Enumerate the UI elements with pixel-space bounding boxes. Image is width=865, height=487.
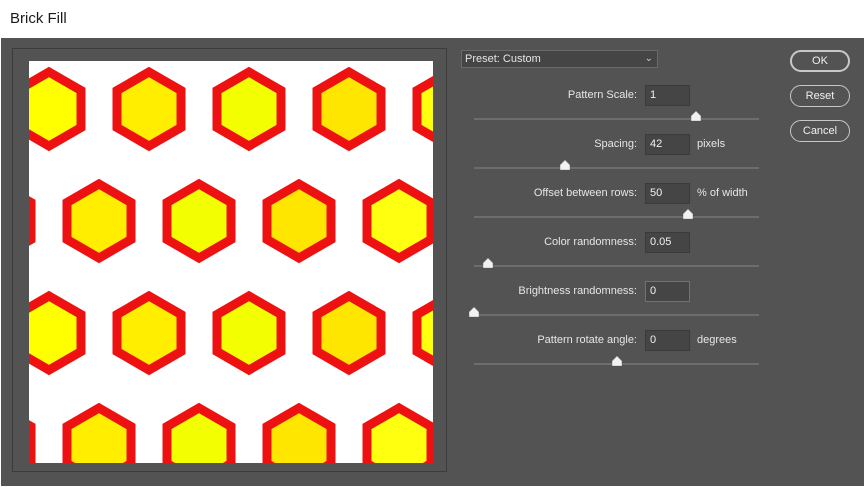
hexagon-tile [262,178,336,264]
rotate-angle-slider[interactable] [474,356,759,366]
hexagon-tile [162,178,236,264]
hexagon-tile [412,76,433,142]
hexagon-tile [312,290,386,376]
hexagon-tile [62,402,136,463]
preset-dropdown[interactable]: Preset: Custom ⌄ [461,50,658,68]
brightness-randomness-slider[interactable] [469,307,759,317]
window-title: Brick Fill [10,10,67,27]
offset-label: Offset between rows: [533,187,637,199]
rotate-angle-unit: degrees [697,334,737,346]
color-randomness-slider[interactable] [474,258,759,268]
hexagon-tile [162,402,236,463]
hexagon-tile [29,420,36,463]
dialog-body: Preset: Custom ⌄ OK Reset Cancel Pattern… [1,38,864,486]
preview-frame [12,48,447,472]
brightness-randomness-label: Brightness randomness: [518,285,637,297]
spacing-unit: pixels [697,138,726,150]
preset-label: Preset: Custom [465,53,541,65]
spacing-label: Spacing: [594,138,637,150]
brick-pattern-preview [29,66,433,463]
hexagon-tile [29,66,86,152]
reset-button[interactable]: Reset [790,85,850,107]
hexagon-tile [212,66,286,152]
spacing-slider[interactable] [474,160,759,170]
chevron-down-icon: ⌄ [644,53,653,64]
hexagon-tile [262,402,336,463]
hexagon-tile [362,402,433,463]
brightness-randomness-input[interactable]: 0 [645,281,690,302]
title-bar: Brick Fill [0,0,865,38]
offset-unit: % of width [697,187,748,199]
hexagon-tile [29,290,86,376]
color-randomness-label: Color randomness: [544,236,637,248]
rotate-angle-input[interactable]: 0 [645,330,690,351]
hexagon-tile [112,66,186,152]
hexagon-tile [212,290,286,376]
hexagon-tile [312,66,386,152]
hexagon-tile [29,196,36,246]
color-randomness-input[interactable]: 0.05 [645,232,690,253]
spacing-input[interactable]: 42 [645,134,690,155]
pattern-scale-slider[interactable] [474,111,759,121]
preview-canvas [29,61,433,463]
rotate-angle-label: Pattern rotate angle: [537,334,637,346]
hexagon-tile [412,300,433,366]
pattern-scale-input[interactable]: 1 [645,85,690,106]
offset-input[interactable]: 50 [645,183,690,204]
hexagon-tile [112,290,186,376]
pattern-scale-label: Pattern Scale: [567,89,637,101]
ok-button[interactable]: OK [790,50,850,72]
hexagon-tile [362,178,433,264]
offset-slider[interactable] [474,209,759,219]
cancel-button[interactable]: Cancel [790,120,850,142]
hexagon-tile [62,178,136,264]
